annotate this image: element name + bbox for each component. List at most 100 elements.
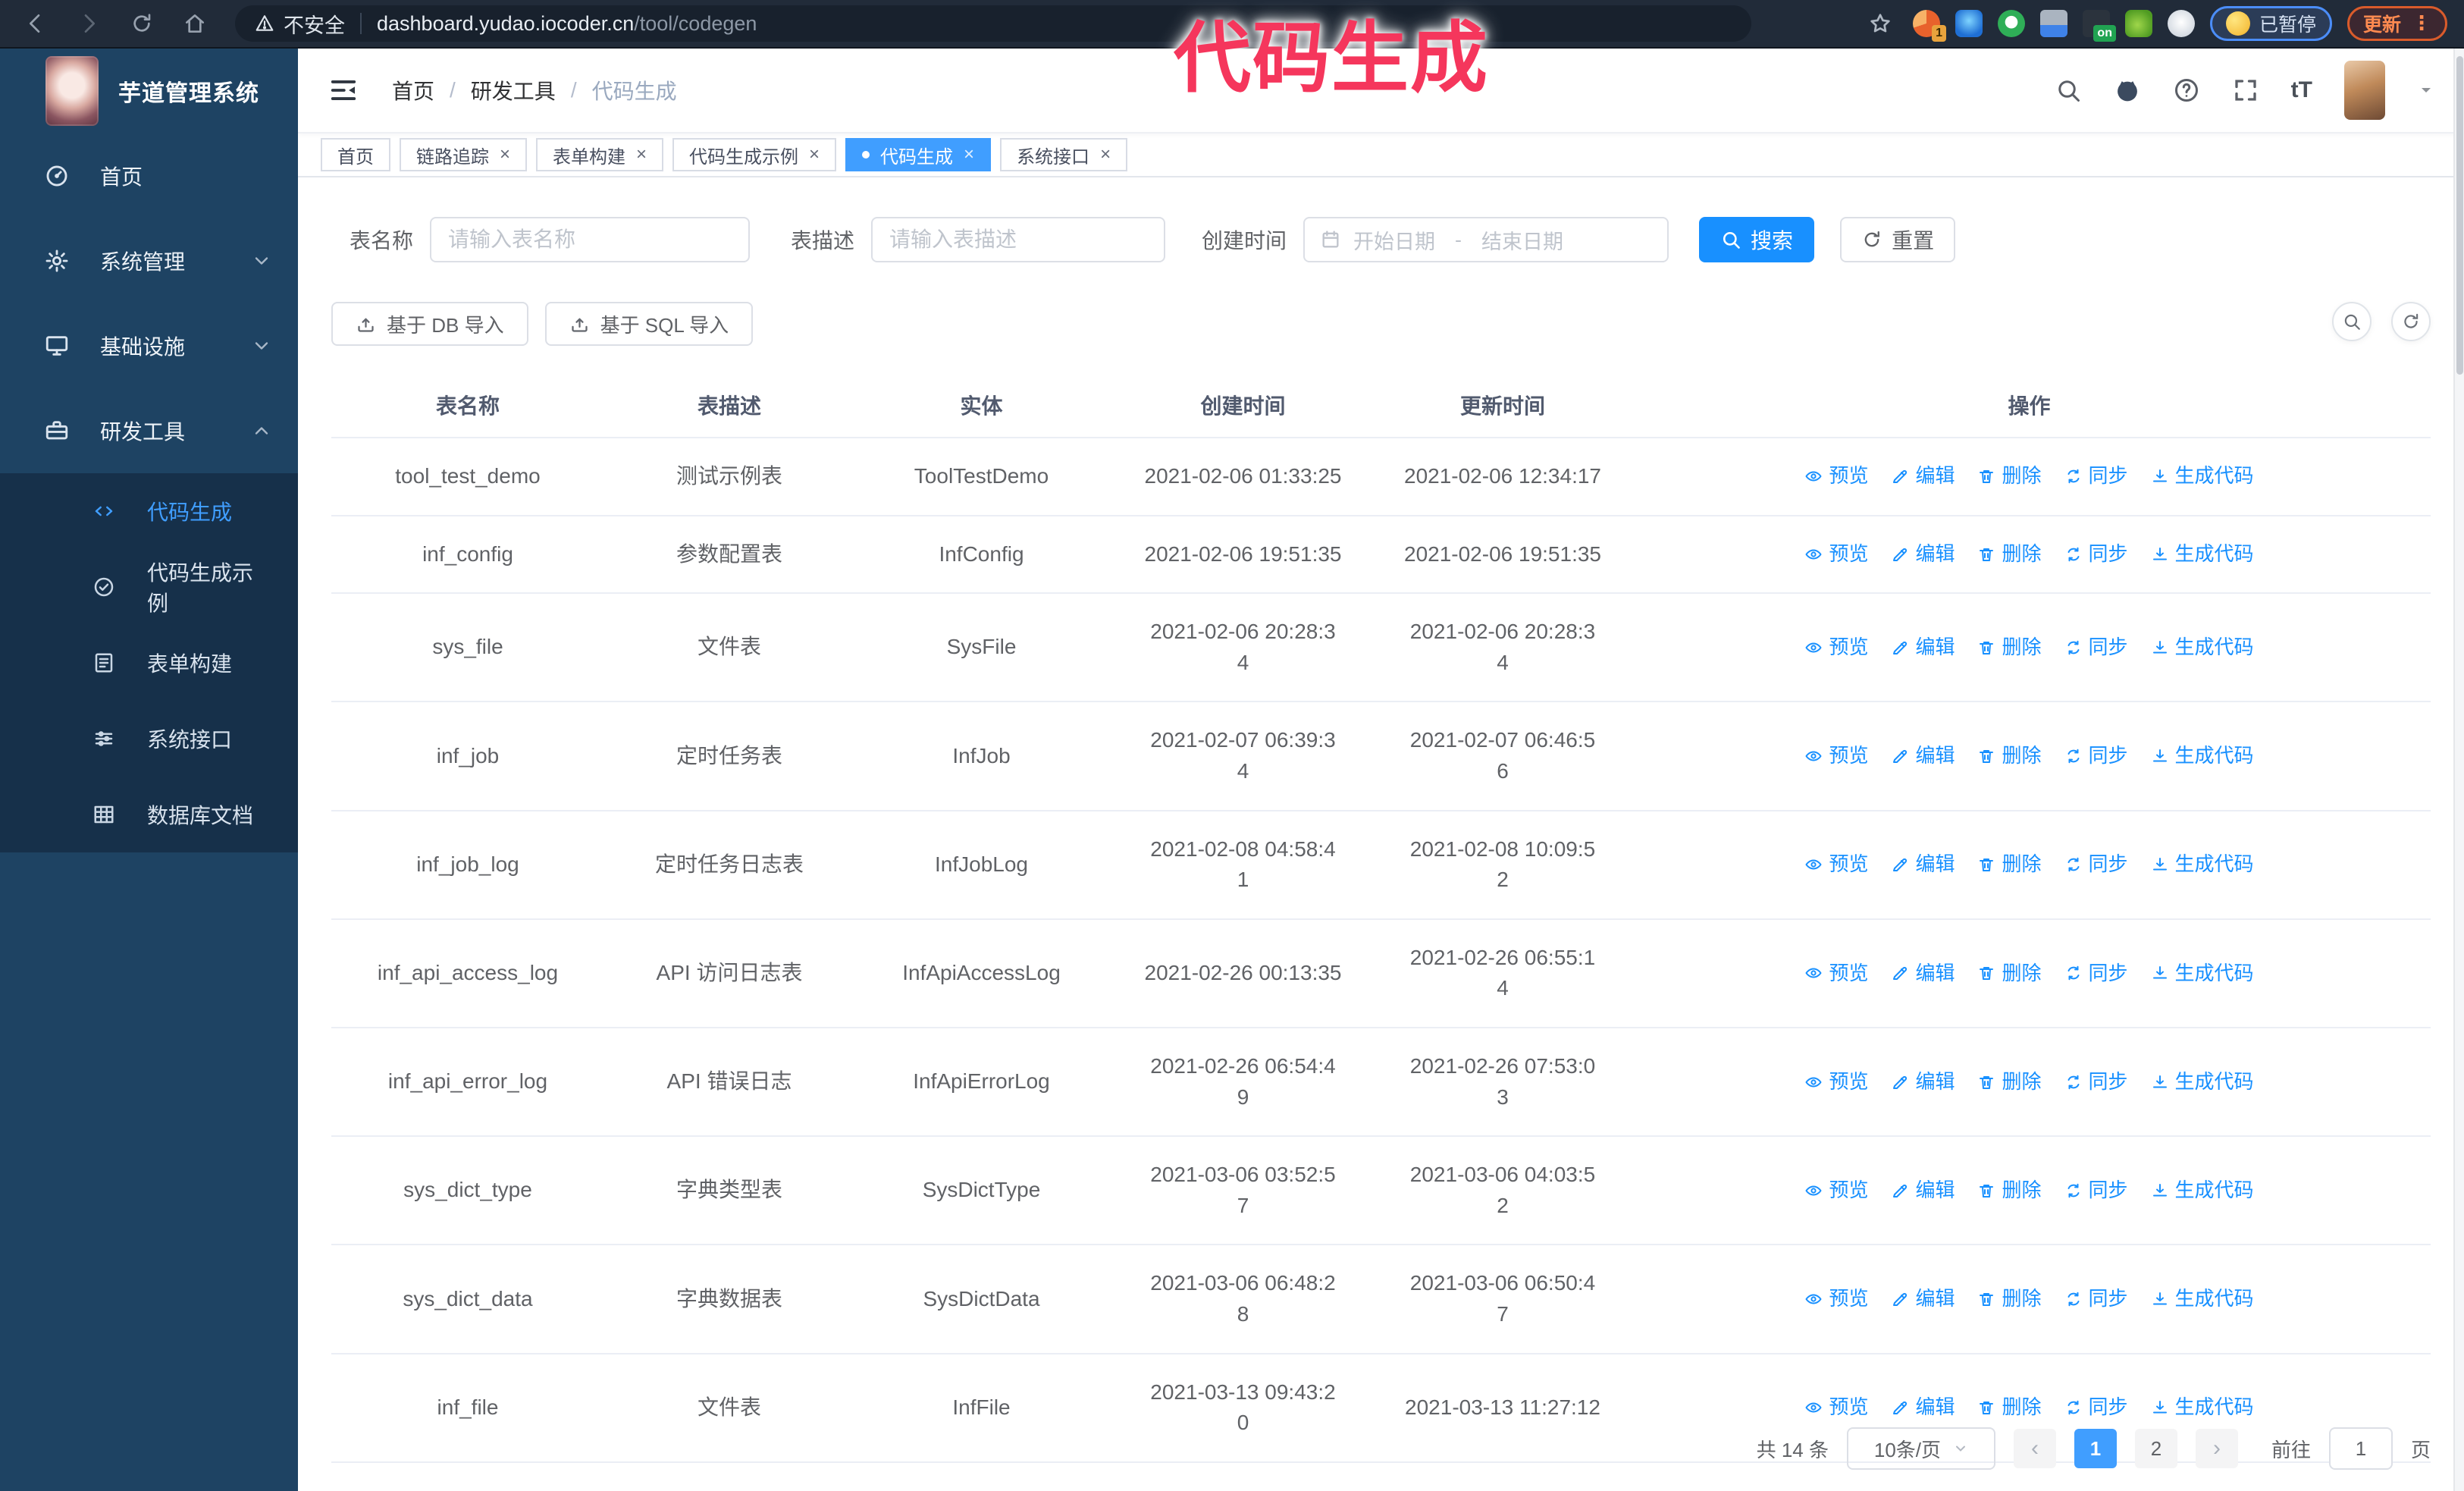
generate-code-link[interactable]: 生成代码 xyxy=(2151,959,2254,988)
refresh-table-button[interactable] xyxy=(2391,302,2431,341)
delete-link[interactable]: 删除 xyxy=(1977,850,2042,879)
fullscreen-button[interactable] xyxy=(2232,77,2259,104)
github-link[interactable] xyxy=(2114,77,2141,104)
eye-link[interactable]: 预览 xyxy=(1804,540,1868,569)
toggle-search-button[interactable] xyxy=(2332,302,2372,341)
sync-link[interactable]: 同步 xyxy=(2064,850,2128,879)
extension-icon-orange[interactable]: 1 xyxy=(1912,10,1946,42)
sync-link[interactable]: 同步 xyxy=(2064,959,2128,988)
browser-home-button[interactable] xyxy=(177,6,212,41)
extension-icon-green-check[interactable] xyxy=(1997,10,2025,37)
generate-code-link[interactable]: 生成代码 xyxy=(2151,1285,2254,1314)
delete-link[interactable]: 删除 xyxy=(1977,742,2042,771)
sync-link[interactable]: 同步 xyxy=(2064,633,2128,662)
close-tab-icon[interactable]: × xyxy=(1100,146,1111,164)
edit-link[interactable]: 编辑 xyxy=(1891,540,1955,569)
edit-link[interactable]: 编辑 xyxy=(1891,462,1955,491)
page-button[interactable]: 2 xyxy=(2134,1429,2177,1468)
browser-back-button[interactable] xyxy=(18,6,53,41)
start-date-placeholder[interactable]: 开始日期 xyxy=(1353,225,1435,255)
browser-reload-button[interactable] xyxy=(124,6,159,41)
generate-code-link[interactable]: 生成代码 xyxy=(2151,850,2254,879)
sync-link[interactable]: 同步 xyxy=(2064,540,2128,569)
extension-icon-blue-diamond[interactable] xyxy=(1955,10,1983,37)
import-sql-button[interactable]: 基于 SQL 导入 xyxy=(544,302,754,346)
table-name-input[interactable] xyxy=(430,217,751,262)
delete-link[interactable]: 删除 xyxy=(1977,959,2042,988)
scrollbar-thumb[interactable] xyxy=(2456,56,2463,375)
generate-code-link[interactable]: 生成代码 xyxy=(2151,1068,2254,1097)
browser-menu-kebab-icon[interactable]: ⋮ xyxy=(2412,14,2431,33)
breadcrumb-item-home[interactable]: 首页 xyxy=(392,75,434,105)
close-tab-icon[interactable]: × xyxy=(964,146,974,164)
delete-link[interactable]: 删除 xyxy=(1977,1285,2042,1314)
sidebar-subitem-code[interactable]: 代码生成 xyxy=(0,473,298,549)
tab-item[interactable]: 代码生成示例 × xyxy=(672,138,837,171)
generate-code-link[interactable]: 生成代码 xyxy=(2151,633,2254,662)
help-button[interactable] xyxy=(2173,77,2200,104)
edit-link[interactable]: 编辑 xyxy=(1891,1393,1955,1422)
sync-link[interactable]: 同步 xyxy=(2064,742,2128,771)
security-indicator[interactable]: 不安全 xyxy=(255,9,345,39)
date-range-picker[interactable]: 开始日期 - 结束日期 xyxy=(1303,217,1669,262)
sync-link[interactable]: 同步 xyxy=(2064,1393,2128,1422)
browser-forward-button[interactable] xyxy=(71,6,106,41)
end-date-placeholder[interactable]: 结束日期 xyxy=(1481,225,1563,255)
sidebar-item-toolbox[interactable]: 研发工具 xyxy=(0,388,298,473)
edit-link[interactable]: 编辑 xyxy=(1891,959,1955,988)
reset-button[interactable]: 重置 xyxy=(1840,217,1956,262)
sync-link[interactable]: 同步 xyxy=(2064,462,2128,491)
tab-item[interactable]: 系统接口 × xyxy=(1000,138,1128,171)
breadcrumb-item-devtools[interactable]: 研发工具 xyxy=(471,75,556,105)
eye-link[interactable]: 预览 xyxy=(1804,633,1868,662)
page-scrollbar[interactable] xyxy=(2453,49,2464,1491)
goto-page-input[interactable] xyxy=(2328,1427,2393,1470)
extension-icon-paw[interactable] xyxy=(2167,10,2195,37)
edit-link[interactable]: 编辑 xyxy=(1891,742,1955,771)
delete-link[interactable]: 删除 xyxy=(1977,540,2042,569)
generate-code-link[interactable]: 生成代码 xyxy=(2151,1176,2254,1205)
edit-link[interactable]: 编辑 xyxy=(1891,850,1955,879)
sidebar-item-dashboard[interactable]: 首页 xyxy=(0,133,298,218)
sidebar-subitem-api[interactable]: 系统接口 xyxy=(0,701,298,777)
table-desc-input[interactable] xyxy=(871,217,1166,262)
extension-icon-dark[interactable]: on xyxy=(2082,10,2116,42)
eye-link[interactable]: 预览 xyxy=(1804,742,1868,771)
edit-link[interactable]: 编辑 xyxy=(1891,1068,1955,1097)
next-page-button[interactable]: › xyxy=(2195,1429,2238,1468)
sync-link[interactable]: 同步 xyxy=(2064,1176,2128,1205)
sidebar-item-gear[interactable]: 系统管理 xyxy=(0,218,298,303)
eye-link[interactable]: 预览 xyxy=(1804,959,1868,988)
bookmark-star-button[interactable] xyxy=(1863,6,1898,41)
address-bar[interactable]: 不安全 dashboard.yudao.iocoder.cn/tool/code… xyxy=(235,5,1751,42)
tab-item[interactable]: 链路追踪 × xyxy=(400,138,528,171)
generate-code-link[interactable]: 生成代码 xyxy=(2151,540,2254,569)
close-tab-icon[interactable]: × xyxy=(809,146,820,164)
eye-link[interactable]: 预览 xyxy=(1804,462,1868,491)
user-avatar[interactable] xyxy=(2344,61,2385,120)
delete-link[interactable]: 删除 xyxy=(1977,462,2042,491)
edit-link[interactable]: 编辑 xyxy=(1891,1176,1955,1205)
eye-link[interactable]: 预览 xyxy=(1804,850,1868,879)
font-size-button[interactable]: tT xyxy=(2291,77,2312,103)
generate-code-link[interactable]: 生成代码 xyxy=(2151,1393,2254,1422)
eye-link[interactable]: 预览 xyxy=(1804,1176,1868,1205)
generate-code-link[interactable]: 生成代码 xyxy=(2151,742,2254,771)
prev-page-button[interactable]: ‹ xyxy=(2013,1429,2056,1468)
sidebar-subitem-form[interactable]: 表单构建 xyxy=(0,625,298,701)
eye-link[interactable]: 预览 xyxy=(1804,1068,1868,1097)
header-search-button[interactable] xyxy=(2055,77,2082,104)
tab-item[interactable]: 表单构建 × xyxy=(536,138,664,171)
search-button[interactable]: 搜索 xyxy=(1699,217,1815,262)
delete-link[interactable]: 删除 xyxy=(1977,633,2042,662)
delete-link[interactable]: 删除 xyxy=(1977,1393,2042,1422)
close-tab-icon[interactable]: × xyxy=(636,146,647,164)
tab-item[interactable]: 代码生成 × xyxy=(845,138,992,171)
browser-update-button[interactable]: 更新 ⋮ xyxy=(2346,6,2447,41)
sync-link[interactable]: 同步 xyxy=(2064,1285,2128,1314)
page-button[interactable]: 1 xyxy=(2074,1429,2117,1468)
extension-icon-green[interactable] xyxy=(2124,10,2152,37)
page-size-select[interactable]: 10条/页 xyxy=(1846,1427,1995,1470)
sync-link[interactable]: 同步 xyxy=(2064,1068,2128,1097)
delete-link[interactable]: 删除 xyxy=(1977,1068,2042,1097)
